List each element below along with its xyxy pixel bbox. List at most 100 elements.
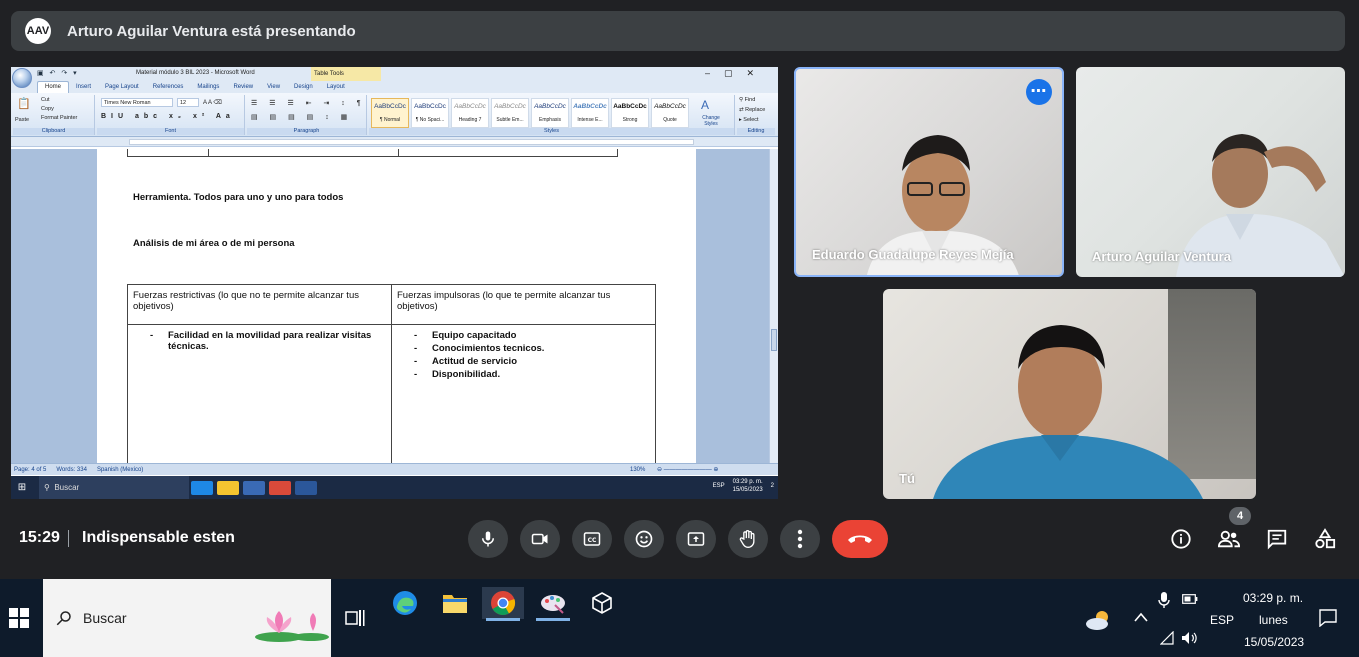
tab-insert[interactable]: Insert xyxy=(69,82,98,93)
emoji-icon xyxy=(635,530,653,548)
participant-tile-self[interactable]: Tú xyxy=(883,289,1256,499)
style-strong[interactable]: AaBbCcDc Strong xyxy=(611,98,649,128)
ribbon: 📋 Paste Cut Copy Format Painter Clipboar… xyxy=(11,93,778,137)
replace-button[interactable]: ⇄ Replace xyxy=(739,107,765,113)
tab-layout[interactable]: Layout xyxy=(320,82,352,93)
window-buttons[interactable]: –▢✕ xyxy=(705,68,768,79)
driving-cell[interactable]: Equipo capacitado Conocimientos tecnicos… xyxy=(391,324,656,465)
chevron-up-icon[interactable] xyxy=(1134,612,1148,622)
camera-icon xyxy=(531,533,548,545)
paint-app-button[interactable] xyxy=(532,587,574,621)
font-size-select[interactable]: 12 xyxy=(177,98,199,107)
format-painter-button[interactable]: Format Painter xyxy=(41,115,77,121)
style-heading-7[interactable]: AaBbCcDc Heading 7 xyxy=(451,98,489,128)
participant-video xyxy=(933,325,1203,499)
more-options-button[interactable] xyxy=(780,520,820,558)
folder-icon xyxy=(443,595,467,613)
shared-lang: ESP xyxy=(712,483,725,489)
notifications-icon[interactable] xyxy=(1319,609,1337,627)
windows-start-icon[interactable] xyxy=(8,607,30,629)
grow-shrink-font-icon[interactable]: A A ⌫ xyxy=(203,99,222,106)
participant-tile-arturo[interactable]: Arturo Aguilar Ventura xyxy=(1076,67,1345,277)
captions-button[interactable]: CC xyxy=(572,520,612,558)
tab-page-layout[interactable]: Page Layout xyxy=(98,82,146,93)
style-normal[interactable]: AaBbCcDc ¶ Normal xyxy=(371,98,409,128)
header-restrictive[interactable]: Fuerzas restrictivas (lo que no te permi… xyxy=(127,284,392,325)
taskbar-date[interactable]: 15/05/2023 xyxy=(1244,635,1304,649)
copy-button[interactable]: Copy xyxy=(41,106,54,112)
quick-access-toolbar[interactable]: ▣ ↶ ↷ ▾ xyxy=(37,69,79,77)
chrome-app-button[interactable] xyxy=(482,587,524,621)
captions-icon: CC xyxy=(583,532,601,546)
raise-hand-button[interactable] xyxy=(728,520,768,558)
activities-icon xyxy=(1315,528,1336,549)
wifi-icon[interactable] xyxy=(1160,631,1174,645)
change-styles-button[interactable]: Change Styles xyxy=(697,115,725,127)
scrollbar-thumb[interactable] xyxy=(771,329,777,351)
divider xyxy=(68,530,69,547)
restrictive-cell[interactable]: Facilidad en la movilidad para realizar … xyxy=(127,324,392,465)
paste-button[interactable]: Paste xyxy=(15,117,29,123)
microphone-button[interactable] xyxy=(468,520,508,558)
tab-references[interactable]: References xyxy=(146,82,191,93)
list-item: Conocimientos tecnicos. xyxy=(397,343,650,354)
style-subtle-emphasis[interactable]: AaBbCcDc Subtle Em... xyxy=(491,98,529,128)
lotus-decoration-icon xyxy=(255,611,329,642)
change-styles-icon[interactable]: A xyxy=(701,98,709,112)
align-buttons[interactable]: ▤ ▤ ▤ ▤ ↕ ▦ xyxy=(251,113,352,121)
people-button[interactable] xyxy=(1216,526,1242,552)
horizontal-ruler[interactable] xyxy=(11,137,778,147)
volume-icon[interactable] xyxy=(1181,631,1199,645)
present-button[interactable] xyxy=(676,520,716,558)
clipboard-label: Clipboard xyxy=(13,128,94,135)
taskbar-search-placeholder: Buscar xyxy=(83,610,127,626)
taskbar-day[interactable]: lunes xyxy=(1259,613,1288,627)
font-label: Font xyxy=(97,128,244,135)
forces-table[interactable]: Fuerzas restrictivas (lo que no te permi… xyxy=(127,284,656,465)
presenter-avatar: AAV xyxy=(25,18,51,44)
style-intense-emphasis[interactable]: AaBbCcDc Intense E... xyxy=(571,98,609,128)
style-emphasis[interactable]: AaBbCcDc Emphasis xyxy=(531,98,569,128)
list-buttons[interactable]: ☰ ☰ ☰ ⇤ ⇥ ↕ ¶ xyxy=(251,99,366,107)
presenting-banner: AAV Arturo Aguilar Ventura está presenta… xyxy=(11,11,1345,51)
windows-taskbar: Buscar ESP 03:29 p. m. lunes 15/05/2023 xyxy=(0,579,1359,657)
file-explorer-app-button[interactable] xyxy=(434,587,476,619)
reactions-button[interactable] xyxy=(624,520,664,558)
find-button[interactable]: ⚲ Find xyxy=(739,97,755,103)
microphone-tray-icon[interactable] xyxy=(1158,591,1170,609)
presentation-tile[interactable]: ▣ ↶ ↷ ▾ Material módulo 3 BIL 2023 - Mic… xyxy=(11,67,778,499)
chat-button[interactable] xyxy=(1264,526,1290,552)
vertical-scrollbar[interactable] xyxy=(769,149,778,463)
participant-tile-eduardo[interactable]: ⋯ Eduardo Guadalupe Reyes Mejía xyxy=(794,67,1064,277)
language-indicator[interactable]: ESP xyxy=(1210,613,1234,627)
font-format-buttons[interactable]: BIU abc x₂ x² Aa xyxy=(101,113,235,120)
style-quote[interactable]: AaBbCcDc Quote xyxy=(651,98,689,128)
cut-button[interactable]: Cut xyxy=(41,97,50,103)
paste-icon[interactable]: 📋 xyxy=(17,97,31,110)
camera-button[interactable] xyxy=(520,520,560,558)
weather-cloud-icon[interactable] xyxy=(1084,609,1112,631)
activities-button[interactable] xyxy=(1312,526,1338,552)
edge-app-button[interactable] xyxy=(384,587,426,619)
tab-mailings[interactable]: Mailings xyxy=(190,82,226,93)
select-button[interactable]: ▸ Select xyxy=(739,117,759,123)
tab-review[interactable]: Review xyxy=(226,82,260,93)
tab-home[interactable]: Home xyxy=(37,81,70,93)
office-button-icon[interactable] xyxy=(12,68,32,88)
style-no-spacing[interactable]: AaBbCcDc ¶ No Spaci... xyxy=(411,98,449,128)
task-view-icon[interactable] xyxy=(345,609,365,627)
tab-design[interactable]: Design xyxy=(287,82,320,93)
zoom-control[interactable]: 130% ⊖ ———————— ⊕ xyxy=(630,466,770,474)
meeting-info-button[interactable] xyxy=(1168,526,1194,552)
font-name-select[interactable]: Times New Roman xyxy=(101,98,173,107)
leave-call-button[interactable] xyxy=(832,520,888,558)
battery-icon[interactable] xyxy=(1182,594,1198,604)
cube-app-button[interactable] xyxy=(581,587,623,619)
taskbar-search-box[interactable]: Buscar xyxy=(43,579,331,657)
document-page[interactable]: Herramienta. Todos para uno y uno para t… xyxy=(97,149,696,465)
document-area[interactable]: Herramienta. Todos para uno y uno para t… xyxy=(11,149,778,465)
taskbar-time[interactable]: 03:29 p. m. xyxy=(1243,591,1303,605)
header-driving[interactable]: Fuerzas impulsoras (lo que te permite al… xyxy=(391,284,656,325)
tab-view[interactable]: View xyxy=(260,82,287,93)
tile-options-icon[interactable]: ⋯ xyxy=(1026,79,1052,105)
